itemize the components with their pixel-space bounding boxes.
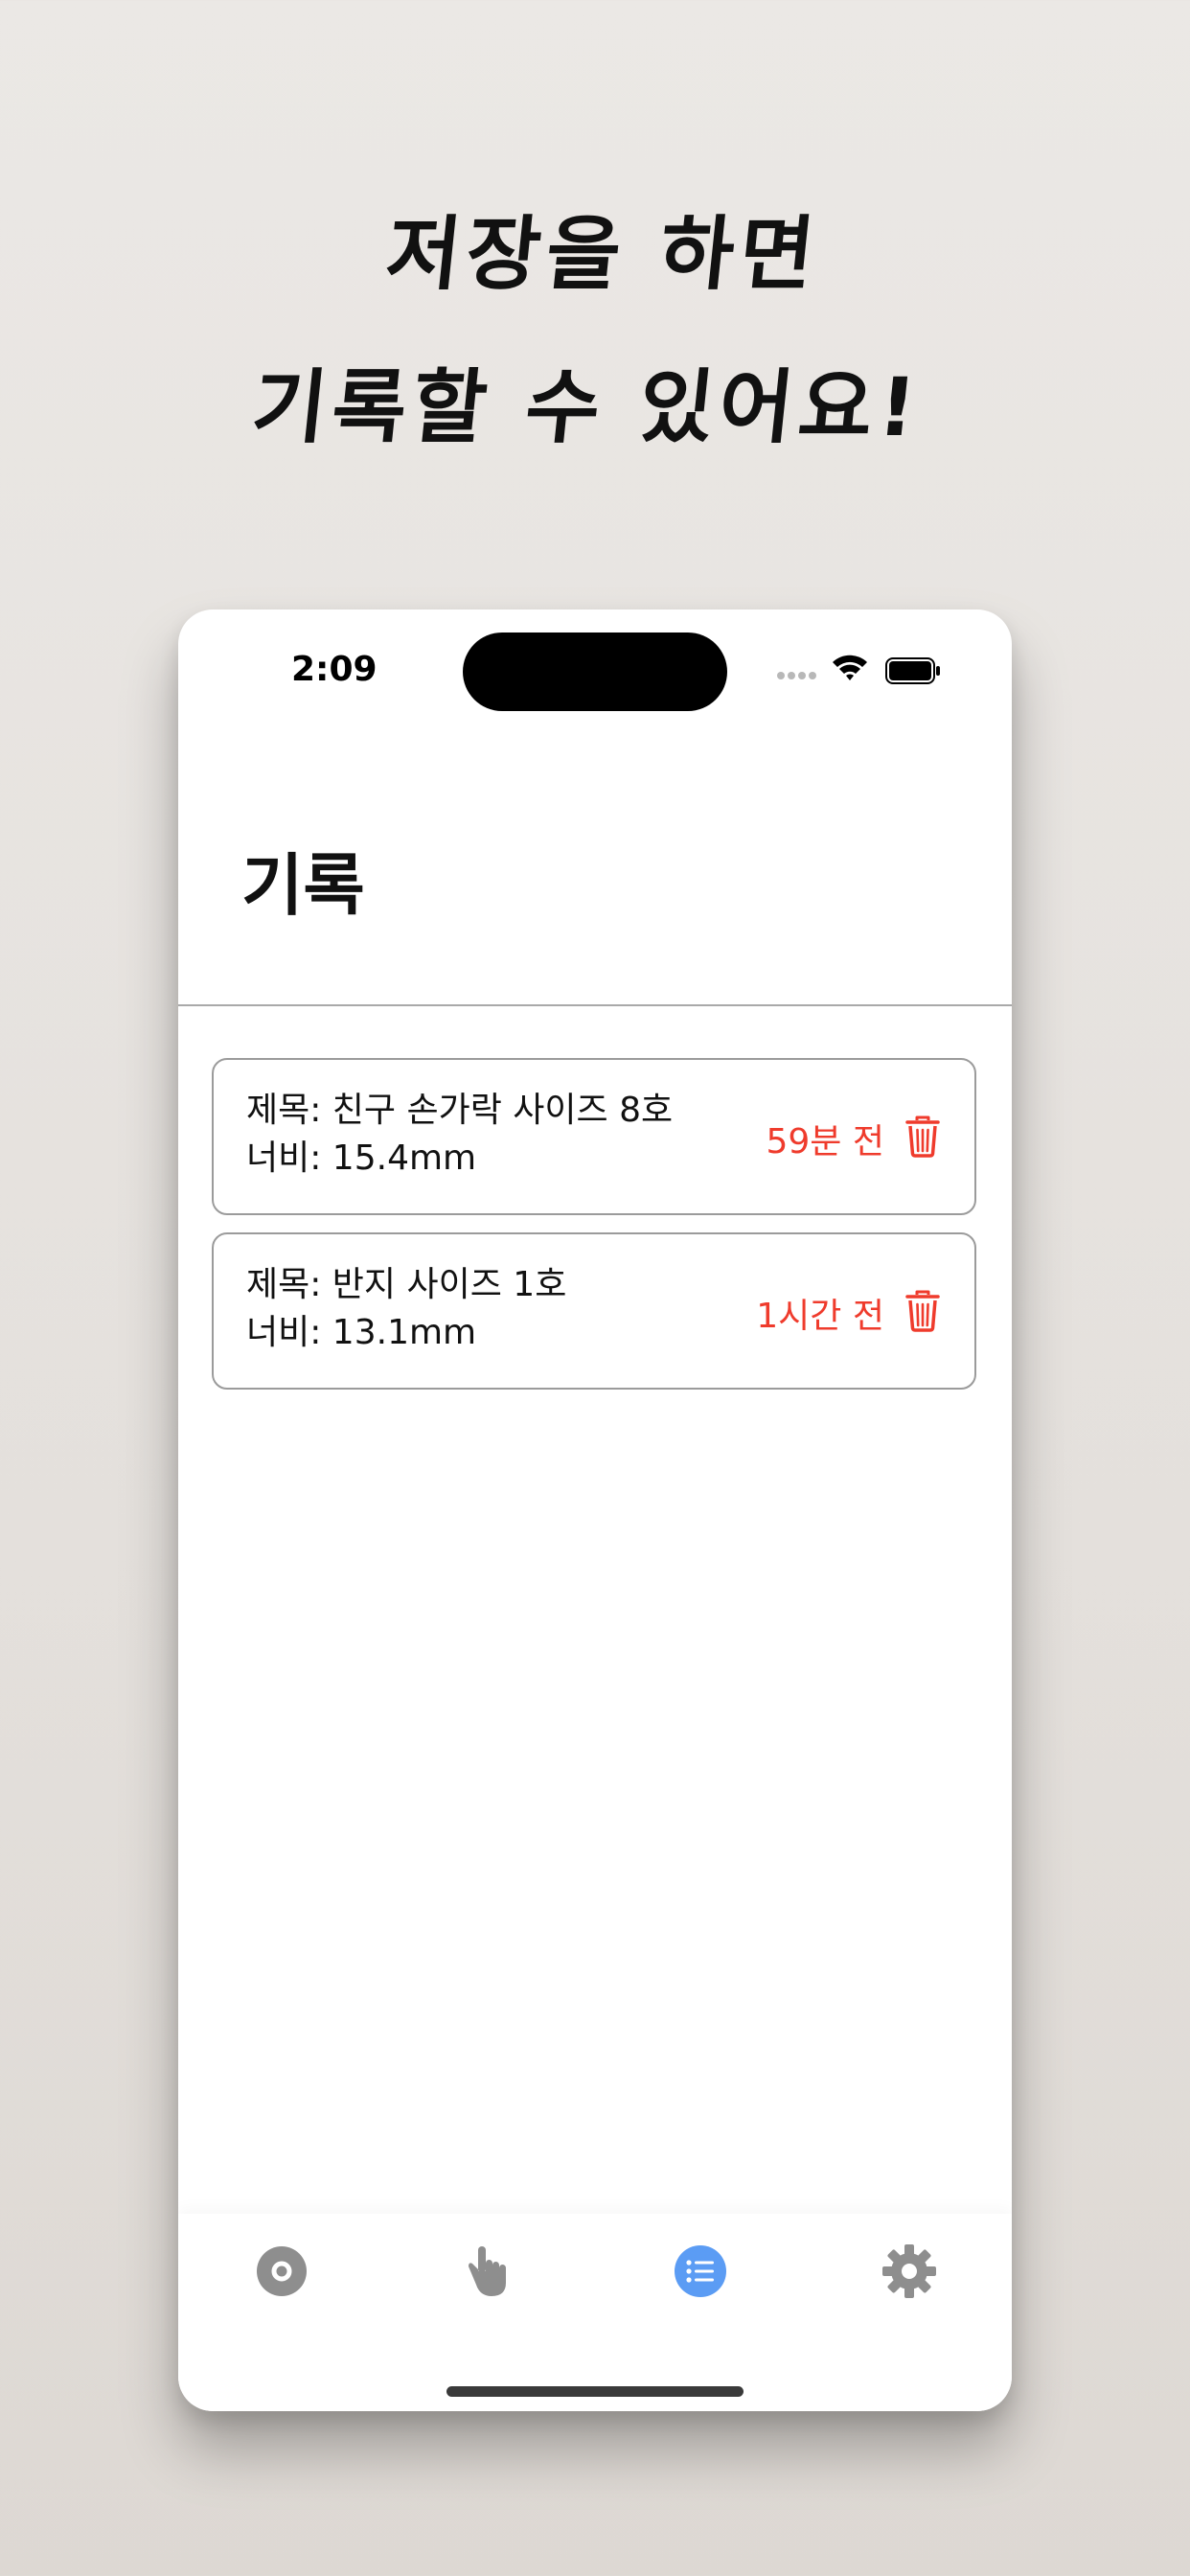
record-width: 너비: 15.4mm <box>246 1138 477 1178</box>
tab-ring[interactable] <box>253 2242 310 2300</box>
record-details: 제목: 친구 손가락 사이즈 8호 너비: 15.4mm <box>246 1087 673 1183</box>
gear-icon <box>882 2244 936 2298</box>
promo-line-2: 기록할 수 있어요! <box>247 360 927 454</box>
header-divider <box>178 1004 1012 1006</box>
record-card[interactable]: 제목: 친구 손가락 사이즈 8호 너비: 15.4mm 59분 전 <box>212 1058 976 1215</box>
page-title: 기록 <box>241 846 365 925</box>
tab-bar <box>178 2214 1012 2411</box>
tab-records[interactable] <box>672 2242 729 2300</box>
trash-icon[interactable] <box>905 1290 940 1332</box>
promo-line-1: 저장을 하면 <box>381 207 825 301</box>
cellular-signal-icon <box>777 665 823 679</box>
tab-settings[interactable] <box>881 2242 938 2300</box>
trash-icon[interactable] <box>905 1116 940 1158</box>
promo-headline: 저장을 하면 기록할 수 있어요! <box>0 177 1190 484</box>
battery-icon <box>885 657 940 684</box>
record-card[interactable]: 제목: 반지 사이즈 1호 너비: 13.1mm 1시간 전 <box>212 1232 976 1390</box>
dynamic-island <box>463 632 727 711</box>
tab-measure[interactable] <box>463 2242 520 2300</box>
status-time: 2:09 <box>291 650 378 689</box>
record-time-ago: 59분 전 <box>766 1122 885 1162</box>
record-title: 제목: 친구 손가락 사이즈 8호 <box>246 1091 674 1130</box>
record-details: 제목: 반지 사이즈 1호 너비: 13.1mm <box>246 1261 566 1357</box>
record-width: 너비: 13.1mm <box>246 1313 477 1352</box>
ring-icon <box>257 2246 307 2296</box>
pointing-hand-icon <box>469 2246 506 2296</box>
record-time-ago: 1시간 전 <box>756 1297 884 1336</box>
home-indicator[interactable] <box>446 2386 744 2397</box>
wifi-icon <box>833 655 867 680</box>
phone-screen: 2:09 기록 제목: 친구 손가락 사이즈 8호 너비: 15.4mm 59분… <box>178 610 1012 2411</box>
list-icon <box>675 2245 726 2297</box>
record-title: 제목: 반지 사이즈 1호 <box>246 1265 567 1304</box>
